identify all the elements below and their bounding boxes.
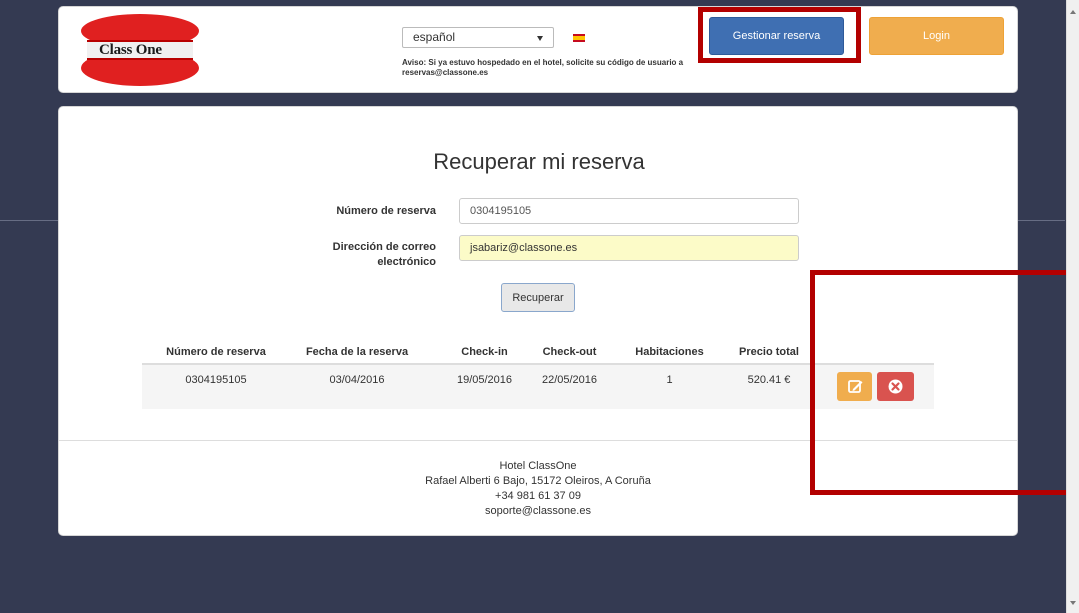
page-title: Recuperar mi reserva [433,149,645,174]
scroll-up-icon[interactable] [1070,10,1076,14]
column-header: Fecha de la reserva [305,346,409,358]
column-header: Precio total [739,346,799,358]
email-input[interactable]: jsabariz@classone.es [459,235,799,261]
class-one-logo[interactable]: Class One [81,14,199,86]
language-select[interactable]: español [402,27,554,48]
cell-booking-number: 0304195105 [185,374,247,386]
recover-button[interactable]: Recuperar [501,283,575,312]
cell-rooms: 1 [666,374,673,386]
footer-email[interactable]: soporte@classone.es [59,504,1017,519]
email-label-line-1: Dirección de correo [332,241,436,253]
scrollbar[interactable] [1066,0,1079,613]
column-header: Check-out [542,346,597,358]
email-label: Dirección de correo electrónico [306,240,436,270]
language-value: español [413,30,456,44]
cell-check-out: 22/05/2016 [541,374,598,386]
spain-flag-icon [573,34,585,42]
highlight-box-manage [698,7,861,63]
chevron-down-icon [537,36,543,41]
logo-text: Class One [99,42,162,58]
email-label-line-2: electrónico [377,256,436,268]
notice-text: Aviso: Si ya estuvo hospedado en el hote… [402,58,684,77]
booking-number-input[interactable]: 0304195105 [459,198,799,224]
booking-number-label: Número de reserva [336,205,436,217]
column-header: Número de reserva [166,346,266,358]
column-header: Habitaciones [635,346,704,358]
header-panel: Class One español Aviso: Si ya estuvo ho… [58,6,1018,93]
cell-booking-date: 03/04/2016 [329,374,385,386]
cell-total-price: 520.41 € [747,374,791,386]
scroll-down-icon[interactable] [1070,601,1076,605]
highlight-box-actions [810,270,1079,495]
login-button[interactable]: Login [869,17,1004,55]
